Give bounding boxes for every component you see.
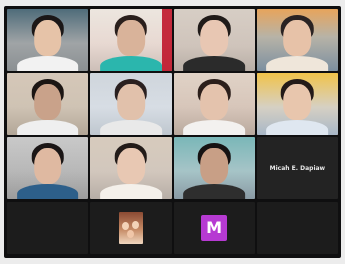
participant-face: [33, 84, 62, 121]
empty-tile-2: [256, 202, 338, 254]
participant-video-3[interactable]: [173, 9, 255, 71]
participant-shoulders: [266, 56, 329, 71]
participant-shoulders: [16, 184, 79, 199]
face-1: [121, 222, 129, 230]
participant-video-10[interactable]: [90, 137, 172, 199]
participant-shoulders: [183, 120, 245, 135]
participant-video-6[interactable]: [90, 73, 172, 135]
participant-video-5[interactable]: [7, 73, 89, 135]
participant-face: [200, 148, 228, 185]
participant-shoulders: [16, 120, 79, 135]
participant-face: [200, 84, 228, 121]
face-2: [131, 221, 139, 229]
participant-face: [117, 148, 145, 185]
participant-video-1[interactable]: [7, 9, 89, 71]
participant-video-4[interactable]: [256, 9, 338, 71]
participant-shoulders: [100, 120, 162, 135]
participant-shoulders: [183, 56, 245, 71]
participant-shoulders: [100, 56, 162, 71]
participant-face: [117, 20, 145, 57]
participant-shoulders: [16, 56, 79, 71]
participant-face: [33, 148, 62, 185]
red-banner: [161, 9, 172, 71]
participant-video-9[interactable]: [7, 137, 89, 199]
video-grid: Micah E. Dapiaw: [7, 9, 338, 199]
participant-video-11[interactable]: [173, 137, 255, 199]
participant-shoulders: [266, 120, 329, 135]
participant-shoulders: [100, 184, 162, 199]
participant-video-2[interactable]: [90, 9, 172, 71]
participant-video-7[interactable]: [173, 73, 255, 135]
participant-avatar-tile[interactable]: M: [173, 202, 255, 254]
participant-face: [33, 20, 62, 57]
empty-tile-1: [7, 202, 89, 254]
participant-name-label: Micah E. Dapiaw: [269, 164, 326, 172]
participant-shoulders: [183, 184, 245, 199]
participant-video-8[interactable]: [256, 73, 338, 135]
video-meeting-window: Micah E. Dapiaw M: [4, 6, 341, 258]
face-3: [126, 230, 134, 238]
participant-face: [283, 84, 312, 121]
participant-face: [283, 20, 312, 57]
participant-photo-tile[interactable]: [90, 202, 172, 254]
participant-face: [200, 20, 228, 57]
participant-name-tile[interactable]: Micah E. Dapiaw: [256, 137, 338, 199]
participant-face: [117, 84, 145, 121]
video-grid-bottom-row: M: [7, 202, 338, 254]
participant-photo: [118, 212, 143, 244]
avatar: M: [201, 215, 228, 241]
avatar-letter: M: [206, 218, 223, 237]
